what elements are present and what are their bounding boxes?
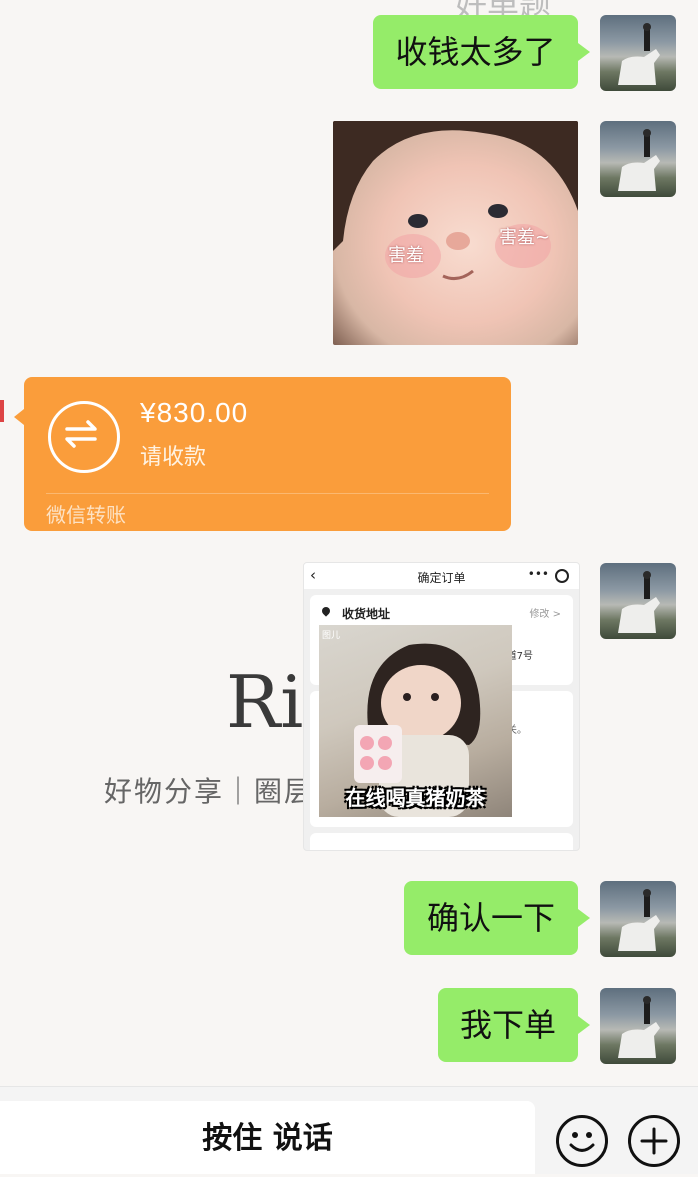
transfer-note: 请收款 (140, 445, 207, 470)
chat-bubble-sent[interactable]: 收钱太多了 (373, 15, 590, 89)
unread-marker (0, 400, 4, 422)
avatar-horse-icon (618, 889, 660, 951)
gif-caption: 在线喝真猪奶茶 (345, 786, 486, 810)
edit-link: 修改 > (529, 609, 561, 620)
transfer-icon (48, 401, 120, 473)
transfer-divider (46, 493, 489, 494)
chat-input-bar: 按住 说话 (0, 1086, 698, 1174)
avatar-horse-icon (618, 129, 660, 191)
background-brand-subtitle: 好物分享｜圈层 (104, 775, 315, 808)
baby-sticker-image[interactable]: 害羞 害羞~ (333, 121, 578, 345)
sticker-caption-left: 害羞 (388, 245, 424, 266)
transfer-source-label: 微信转账 (46, 503, 126, 527)
avatar[interactable] (600, 563, 676, 639)
emoji-icon[interactable] (556, 1115, 608, 1167)
order-footer-card (310, 833, 573, 850)
sticker-caption-right: 害羞~ (499, 227, 551, 248)
avatar[interactable] (600, 988, 676, 1064)
more-icon: ••• (527, 567, 549, 581)
background-brand-text: Ri (226, 660, 304, 744)
target-icon (555, 569, 569, 583)
avatar[interactable] (600, 881, 676, 957)
avatar-horse-icon (618, 996, 660, 1058)
avatar-horse-icon (618, 23, 660, 85)
milk-tea-sticker: 图儿 在线喝真猪奶茶 (319, 625, 512, 817)
wechat-transfer-card[interactable]: ¥830.00 请收款 微信转账 (14, 377, 511, 531)
address-label: 收货地址 (342, 607, 391, 621)
order-nav-bar: ‹ 确定订单 ••• (304, 563, 579, 589)
chat-bubble-sent[interactable]: 确认一下 (404, 881, 590, 955)
transfer-amount: ¥830.00 (140, 397, 249, 428)
plus-icon[interactable] (628, 1115, 680, 1167)
avatar[interactable] (600, 121, 676, 197)
chat-bubble-sent[interactable]: 我下单 (438, 988, 590, 1062)
avatar[interactable] (600, 15, 676, 91)
order-screenshot-image[interactable]: ‹ 确定订单 ••• 收货地址 修改 > 道7号 关。 图儿 在线喝真猪奶茶 (303, 562, 580, 851)
location-pin-icon (320, 605, 332, 617)
hold-to-talk-button[interactable]: 按住 说话 (0, 1101, 535, 1174)
gif-corner-label: 图儿 (322, 631, 341, 641)
avatar-horse-icon (618, 571, 660, 633)
